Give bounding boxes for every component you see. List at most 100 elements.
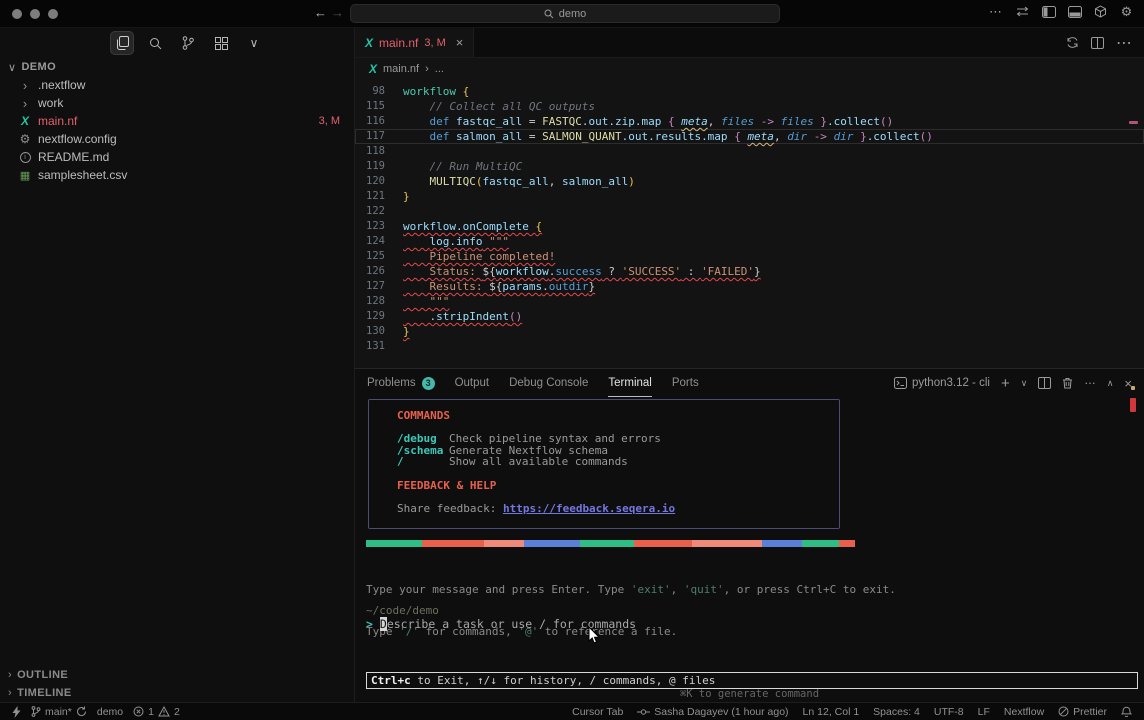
footer-rest: to Exit, ↑/↓ for history, / commands, @ … [411,674,716,687]
info-icon [18,152,32,163]
language-mode[interactable]: Nextflow [1004,706,1044,718]
branch-label: main* [45,706,72,718]
remote-indicator[interactable] [12,706,21,718]
code-line-126[interactable]: 126 Status: ${workflow.success ? 'SUCCES… [355,264,1144,279]
maximize-panel-button[interactable]: ∧ [1107,378,1114,389]
back-button[interactable]: ← [314,5,327,20]
toggle-sidebar-button[interactable] [1042,6,1056,18]
panel-tab-debug-console[interactable]: Debug Console [509,369,588,397]
code-editor[interactable]: 98workflow {115 // Collect all QC output… [355,80,1144,368]
editor-tab-bar: main.nf 3, M × ⋯ [355,28,1144,58]
cursor-tab-status[interactable]: Cursor Tab [572,706,623,718]
zoom-window-button[interactable] [48,9,58,19]
file-label: README.md [38,150,109,164]
open-changes-icon[interactable] [1066,36,1079,49]
forward-button[interactable]: → [331,5,344,20]
panel-tab-problems[interactable]: Problems3 [367,369,435,397]
code-line-131[interactable]: 131 [355,339,1144,354]
kill-terminal-trash-button[interactable] [1062,377,1073,389]
branch-status[interactable]: main* [31,706,87,718]
close-tab-icon[interactable]: × [456,35,464,50]
extensions-icon [215,37,228,50]
code-line-130[interactable]: 130} [355,324,1144,339]
close-window-button[interactable] [12,9,22,19]
editor-more-button[interactable]: ⋯ [1116,33,1132,53]
line-number: 117 [355,129,385,144]
git-branch-icon [31,706,41,717]
code-line-116[interactable]: 116 def fastqc_all = FASTQC.out.zip.map … [355,114,1144,129]
settings-gear-icon[interactable]: ⚙ [1119,4,1134,19]
terminal-profile[interactable]: python3.12 - cli [894,377,990,389]
tree-item-work[interactable]: work [0,94,354,112]
line-number: 115 [355,99,385,114]
code-line-117[interactable]: 117 def salmon_all = SALMON_QUANT.out.re… [355,129,1144,144]
git-commit-status[interactable]: Sasha Dagayev (1 hour ago) [637,706,788,718]
text-cursor: D [380,617,387,631]
extensions-cube-icon[interactable] [1094,5,1107,18]
source-control-button[interactable] [176,31,200,55]
shortcut-footer-box: Ctrl+c to Exit, ↑/↓ for history, / comma… [366,672,1138,689]
line-number: 126 [355,264,385,279]
tree-item-README.md[interactable]: README.md [0,148,354,166]
code-line-125[interactable]: 125 Pipeline completed! [355,249,1144,264]
code-line-124[interactable]: 124 log.info """ [355,234,1144,249]
code-line-98[interactable]: 98workflow { [355,84,1144,99]
tree-item-nextflow.config[interactable]: nextflow.config [0,130,354,148]
minimize-window-button[interactable] [30,9,40,19]
line-number: 129 [355,309,385,324]
split-terminal-button[interactable] [1038,377,1051,389]
split-editor-icon[interactable] [1091,37,1104,49]
terminal-content[interactable]: COMMANDS /debugCheck pipeline syntax and… [355,397,1144,703]
code-line-115[interactable]: 115 // Collect all QC outputs [355,99,1144,114]
code-line-121[interactable]: 121} [355,189,1144,204]
outline-section[interactable]: › OUTLINE [0,666,354,684]
eol-status[interactable]: LF [978,706,990,718]
formatter-status[interactable]: Prettier [1058,706,1107,718]
breadcrumb[interactable]: main.nf › ... [355,58,1144,80]
extensions-button[interactable] [209,31,233,55]
code-line-122[interactable]: 122 [355,204,1144,219]
terminal-dropdown-chevron[interactable]: ∨ [1021,378,1028,389]
prettier-disabled-icon [1058,706,1069,717]
line-number: 123 [355,219,385,234]
code-line-119[interactable]: 119 // Run MultiQC [355,159,1144,174]
panel-tab-output[interactable]: Output [455,369,490,397]
title-more-button[interactable]: ⋯ [988,4,1003,19]
new-terminal-button[interactable]: + [1001,375,1010,392]
command-center-search[interactable]: demo [350,4,780,23]
warning-icon [158,706,170,717]
project-name[interactable]: demo [97,706,123,718]
problems-status[interactable]: 1 2 [133,706,180,718]
tab-main-nf[interactable]: main.nf 3, M × [355,28,474,57]
tree-item-.nextflow[interactable]: .nextflow [0,76,354,94]
feedback-link[interactable]: https://feedback.seqera.io [503,502,675,515]
code-line-128[interactable]: 128 """ [355,294,1144,309]
panel-more-button[interactable]: ⋯ [1084,376,1096,390]
sync-arrows-icon[interactable] [1015,6,1030,17]
formatter-label: Prettier [1073,706,1107,718]
search-button[interactable] [143,31,167,55]
explorer-section-header[interactable]: ∨ DEMO [0,58,354,76]
command-row: /Show all available commands [397,456,825,468]
code-line-120[interactable]: 120 MULTIQC(fastqc_all, salmon_all) [355,174,1144,189]
cursor-position[interactable]: Ln 12, Col 1 [803,706,860,718]
indentation-status[interactable]: Spaces: 4 [873,706,920,718]
explorer-button[interactable] [110,31,134,55]
panel-tab-terminal[interactable]: Terminal [608,369,651,397]
notifications-bell-icon[interactable] [1121,706,1132,718]
breadcrumb-symbol: ... [435,63,444,75]
code-line-118[interactable]: 118 [355,144,1144,159]
encoding-status[interactable]: UTF-8 [934,706,964,718]
timeline-section[interactable]: › TIMELINE [0,684,354,702]
tree-item-main.nf[interactable]: main.nf3, M [0,112,354,130]
toggle-panel-button[interactable] [1068,6,1082,18]
panel-tab-ports[interactable]: Ports [672,369,699,397]
code-line-129[interactable]: 129 .stripIndent() [355,309,1144,324]
code-line-127[interactable]: 127 Results: ${params.outdir} [355,279,1144,294]
tree-item-samplesheet.csv[interactable]: samplesheet.csv [0,166,354,184]
generate-command-hint: ⌘K to generate command [355,688,1144,700]
nextflow-icon [365,36,373,50]
code-line-123[interactable]: 123workflow.onComplete { [355,219,1144,234]
views-chevron-button[interactable]: ∨ [242,31,266,55]
current-directory: ~/code/demo [366,604,439,617]
